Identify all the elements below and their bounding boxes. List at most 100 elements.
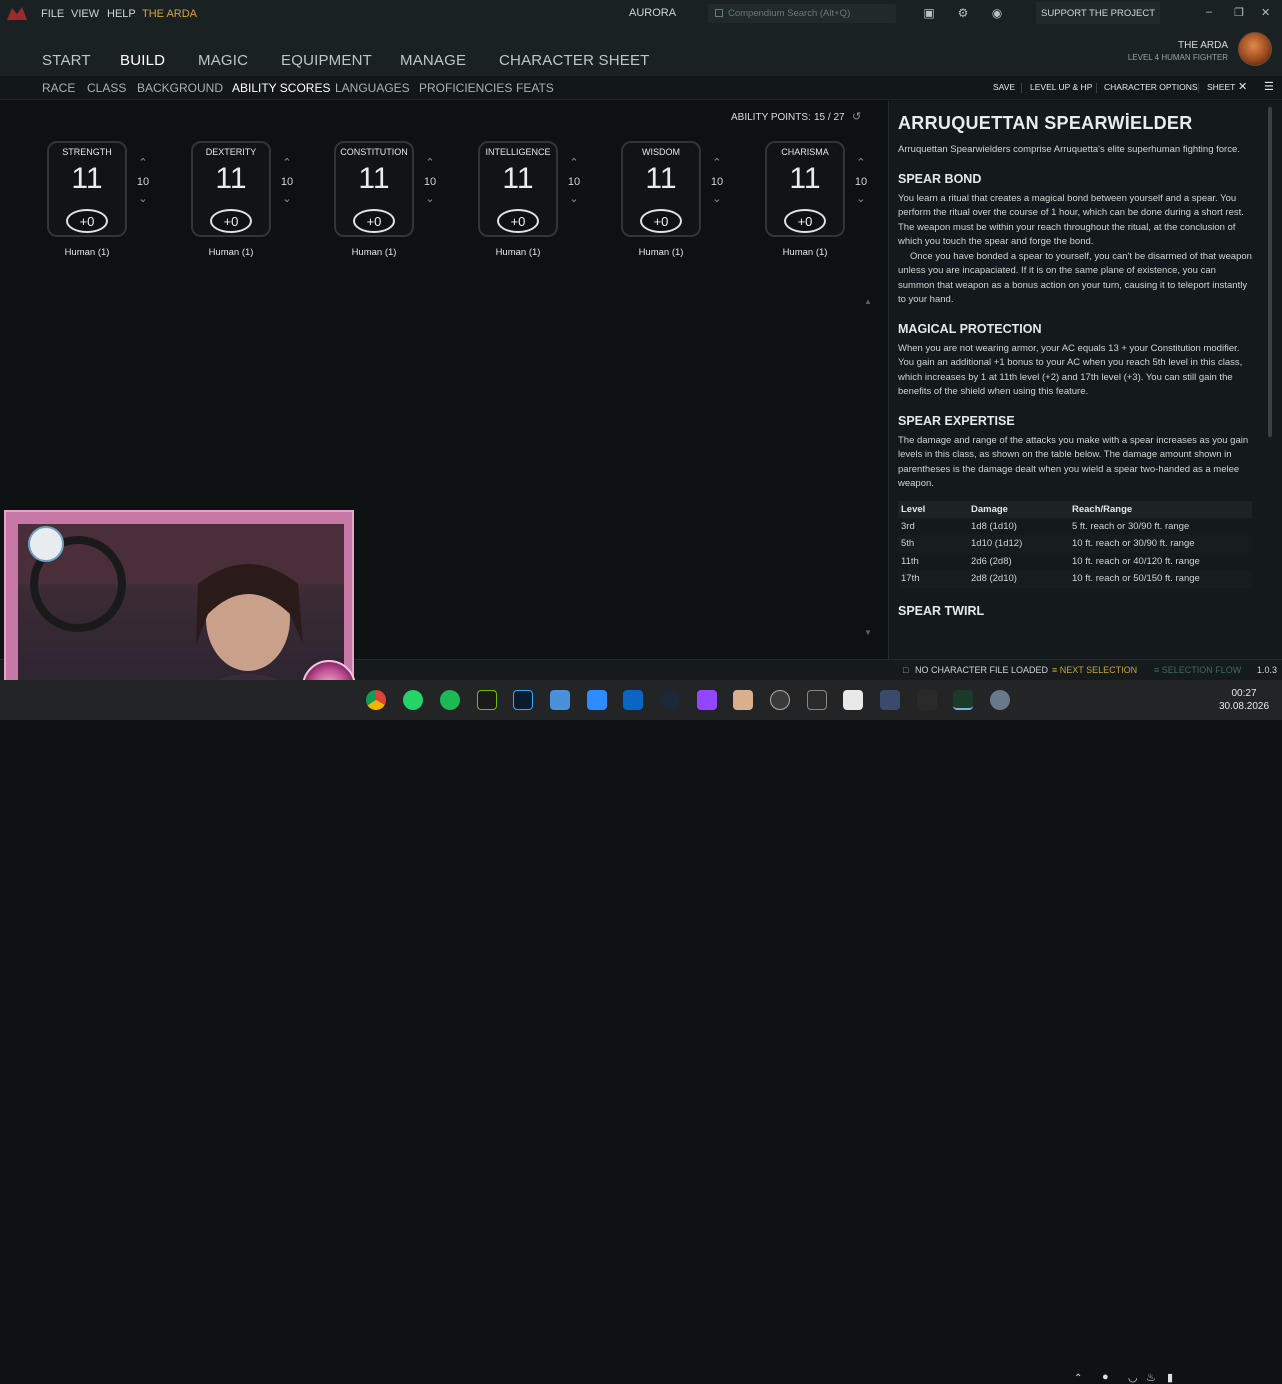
decrease-icon[interactable]: ⌄	[280, 192, 294, 205]
subclass-intro: Arruquettan Spearwielders comprise Arruq…	[898, 144, 1240, 155]
increase-icon[interactable]: ⌃	[854, 156, 868, 169]
image-app-icon[interactable]	[733, 690, 753, 710]
nav-magic[interactable]: MAGIC	[198, 52, 248, 69]
table-row: 11th 2d6 (2d8) 10 ft. reach or 40/120 ft…	[898, 553, 1252, 571]
decrease-icon[interactable]: ⌄	[854, 192, 868, 205]
spotify-icon[interactable]	[440, 690, 460, 710]
minimize-icon[interactable]: –	[1206, 6, 1212, 18]
nav-equipment[interactable]: EQUIPMENT	[281, 52, 372, 69]
table-cell: 2d8 (2d10)	[968, 570, 1069, 588]
ability-modifier: +0	[66, 209, 108, 233]
tab-languages[interactable]: LANGUAGES	[335, 81, 410, 95]
character-avatar[interactable]	[1238, 32, 1272, 66]
ability-modifier: +0	[497, 209, 539, 233]
tab-ability-scores[interactable]: ABILITY SCORES	[232, 81, 330, 95]
menu-the-arda[interactable]: THE ARDA	[142, 8, 197, 20]
tab-proficiencies[interactable]: PROFICIENCIES	[419, 81, 512, 95]
decrease-icon[interactable]: ⌄	[567, 192, 581, 205]
compendium-search-input[interactable]: Compendium Search (Alt+Q)	[708, 4, 896, 23]
layout-icon[interactable]: ▣	[922, 6, 936, 20]
linkedin-icon[interactable]	[623, 690, 643, 710]
panel-scrollbar[interactable]	[1268, 107, 1272, 437]
epic-games-icon[interactable]	[807, 690, 827, 710]
twitch-icon[interactable]	[697, 690, 717, 710]
notepad-icon[interactable]	[550, 690, 570, 710]
valorant-icon[interactable]	[917, 690, 937, 710]
selection-flow-label: SELECTION FLOW	[1161, 665, 1242, 675]
gear-icon[interactable]: ⚙	[956, 6, 970, 20]
nav-manage[interactable]: MANAGE	[400, 52, 466, 69]
globe-icon[interactable]: ◉	[990, 6, 1004, 20]
ability-card-charisma: CHARISMA 11 +0 ⌃ 10 ⌄ Human (1)	[765, 141, 867, 258]
ability-name: WISDOM	[642, 147, 680, 157]
decrease-icon[interactable]: ⌄	[710, 192, 724, 205]
clock-date: 30.08.2026	[1218, 701, 1270, 712]
table-cell: 10 ft. reach or 40/120 ft. range	[1072, 555, 1200, 567]
nav-build[interactable]: BUILD	[120, 52, 165, 69]
ability-source: Human (1)	[782, 247, 828, 258]
support-project-button[interactable]: SUPPORT THE PROJECT	[1036, 2, 1160, 24]
hamburger-menu-icon[interactable]: ☰	[1264, 80, 1274, 93]
tab-feats[interactable]: FEATS	[516, 81, 554, 95]
taskbar-clock[interactable]: 00:27 30.08.2026	[1216, 687, 1272, 713]
ability-points-value: 15 / 27	[814, 112, 845, 123]
menu-file[interactable]: FILE	[41, 8, 64, 20]
file-status: NO CHARACTER FILE LOADED	[915, 665, 1049, 675]
menu-help[interactable]: HELP	[107, 8, 136, 20]
feature-heading: MAGICAL PROTECTION	[898, 321, 1042, 336]
ability-modifier: +0	[784, 209, 826, 233]
ability-modifier: +0	[210, 209, 252, 233]
wifi-icon[interactable]: ◡	[1128, 1371, 1138, 1384]
table-row: 3rd 1d8 (1d10) 5 ft. reach or 30/90 ft. …	[898, 518, 1252, 536]
increase-icon[interactable]: ⌃	[423, 156, 437, 169]
reset-icon[interactable]: ↺	[852, 110, 861, 123]
nvidia-icon[interactable]	[477, 690, 497, 710]
save-button[interactable]: SAVE	[993, 82, 1015, 92]
feature-text: The damage and range of the attacks you …	[898, 434, 1249, 490]
microphone-icon[interactable]: ●	[1102, 1371, 1109, 1383]
capcut-icon[interactable]	[843, 690, 863, 710]
whatsapp-icon[interactable]	[403, 690, 423, 710]
taskbar: ⌃ ● ◡ ♨ ▮ 00:27 30.08.2026	[0, 680, 1282, 1384]
increase-icon[interactable]: ⌃	[567, 156, 581, 169]
table-cell: 17th	[898, 570, 968, 588]
ability-source: Human (1)	[495, 247, 541, 258]
photoshop-icon[interactable]	[513, 690, 533, 710]
increase-icon[interactable]: ⌃	[280, 156, 294, 169]
chevron-up-icon[interactable]: ⌃	[1074, 1373, 1082, 1384]
tab-class[interactable]: CLASS	[87, 81, 126, 95]
next-selection-button[interactable]: ≡ NEXT SELECTION	[1052, 665, 1137, 675]
volume-icon[interactable]: ♨	[1146, 1371, 1156, 1384]
maximize-icon[interactable]: ❐	[1234, 6, 1244, 19]
selection-flow-button[interactable]: ≡ SELECTION FLOW	[1154, 665, 1241, 675]
steam-icon[interactable]	[660, 690, 680, 710]
ability-source: Human (1)	[208, 247, 254, 258]
aurora-taskbar-icon[interactable]	[953, 690, 973, 710]
battery-icon[interactable]: ▮	[1167, 1371, 1173, 1384]
base-score: 10	[710, 176, 724, 188]
tab-background[interactable]: BACKGROUND	[137, 81, 223, 95]
ability-card-strength: STRENGTH 11 +0 ⌃ 10 ⌄ Human (1)	[47, 141, 149, 258]
spear-expertise-table: Level Damage Reach/Range 3rd 1d8 (1d10) …	[898, 500, 1252, 588]
app-icon[interactable]	[880, 690, 900, 710]
level-up-hp-button[interactable]: LEVEL UP & HP	[1030, 82, 1092, 92]
character-options-button[interactable]: CHARACTER OPTIONS	[1104, 82, 1198, 92]
app-icon[interactable]	[770, 690, 790, 710]
decrease-icon[interactable]: ⌄	[423, 192, 437, 205]
increase-icon[interactable]: ⌃	[710, 156, 724, 169]
close-window-icon[interactable]: ✕	[1261, 6, 1270, 19]
scroll-up-icon[interactable]: ▲	[864, 297, 872, 306]
sheet-button[interactable]: SHEET	[1207, 82, 1235, 92]
chrome-icon[interactable]	[366, 690, 386, 710]
zoom-icon[interactable]	[587, 690, 607, 710]
scroll-down-icon[interactable]: ▼	[864, 628, 872, 637]
settings-icon[interactable]	[990, 690, 1010, 710]
increase-icon[interactable]: ⌃	[136, 156, 150, 169]
base-score: 10	[423, 176, 437, 188]
decrease-icon[interactable]: ⌄	[136, 192, 150, 205]
close-sheet-icon[interactable]: ✕	[1238, 80, 1247, 93]
nav-character-sheet[interactable]: CHARACTER SHEET	[499, 52, 650, 69]
nav-start[interactable]: START	[42, 52, 91, 69]
menu-view[interactable]: VIEW	[71, 8, 99, 20]
tab-race[interactable]: RACE	[42, 81, 75, 95]
